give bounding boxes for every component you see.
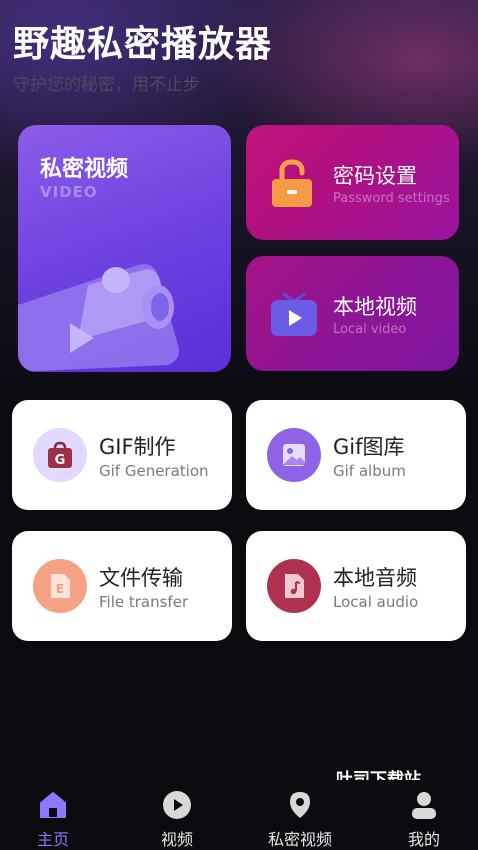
file-transfer-subtitle: File transfer xyxy=(99,593,189,611)
private-video-title: 私密视频 xyxy=(40,157,129,182)
music-file-icon xyxy=(285,574,304,598)
gif-generation-card[interactable]: G GIF制作 Gif Generation xyxy=(12,400,232,510)
gif-generation-title: GIF制作 xyxy=(99,435,176,459)
gif-bag-icon: G xyxy=(48,441,72,468)
play-circle-icon xyxy=(163,791,191,819)
tab-home-label: 主页 xyxy=(36,830,69,849)
user-icon xyxy=(412,792,436,819)
private-video-subtitle: VIDEO xyxy=(40,183,98,201)
local-audio-icon-bg xyxy=(267,559,321,613)
local-video-card[interactable]: 本地视频 Local video xyxy=(246,256,459,371)
tab-video-label: 视频 xyxy=(160,830,193,849)
image-gallery-icon xyxy=(283,444,305,466)
private-video-card[interactable]: 私密视频 VIDEO xyxy=(18,125,231,372)
tv-play-icon xyxy=(271,292,317,336)
tab-private-video-label: 私密视频 xyxy=(267,830,332,849)
gif-album-title: Gif图库 xyxy=(333,435,405,459)
header: 野趣私密播放器 守护您的秘密，用不止步 xyxy=(13,20,272,97)
gif-album-icon-bg xyxy=(267,428,321,482)
app-subtitle: 守护您的秘密，用不止步 xyxy=(13,75,200,95)
file-transfer-icon-bg: E xyxy=(33,559,87,613)
svg-text:E: E xyxy=(56,582,64,596)
file-document-icon: E xyxy=(51,574,70,598)
gif-generation-subtitle: Gif Generation xyxy=(99,462,209,480)
bottom-tab-bar: 主页 视频 私密视频 我的 xyxy=(0,780,478,850)
file-transfer-title: 文件传输 xyxy=(99,566,183,590)
location-pin-icon xyxy=(290,792,310,818)
video-camera-illustration-icon xyxy=(18,264,179,372)
unlock-icon xyxy=(272,159,312,207)
password-settings-title: 密码设置 xyxy=(333,164,417,188)
tab-private-video[interactable]: 私密视频 xyxy=(245,790,355,850)
local-audio-card[interactable]: 本地音频 Local audio xyxy=(246,531,466,641)
svg-text:G: G xyxy=(55,453,66,468)
password-settings-card[interactable]: 密码设置 Password settings xyxy=(246,125,459,240)
gif-generation-icon-bg: G xyxy=(33,428,87,482)
tab-video[interactable]: 视频 xyxy=(122,790,232,850)
file-transfer-card[interactable]: E 文件传输 File transfer xyxy=(12,531,232,641)
local-audio-subtitle: Local audio xyxy=(333,593,419,611)
local-video-title: 本地视频 xyxy=(333,295,417,319)
tab-mine[interactable]: 我的 xyxy=(369,790,478,850)
gif-album-subtitle: Gif album xyxy=(333,462,406,480)
local-video-subtitle: Local video xyxy=(333,322,407,337)
tab-home[interactable]: 主页 xyxy=(0,790,108,850)
app-title: 野趣私密播放器 xyxy=(13,24,273,65)
local-audio-title: 本地音频 xyxy=(333,566,417,590)
home-icon xyxy=(40,792,66,818)
password-settings-subtitle: Password settings xyxy=(333,191,450,206)
gif-album-card[interactable]: Gif图库 Gif album xyxy=(246,400,466,510)
tab-mine-label: 我的 xyxy=(407,830,440,849)
